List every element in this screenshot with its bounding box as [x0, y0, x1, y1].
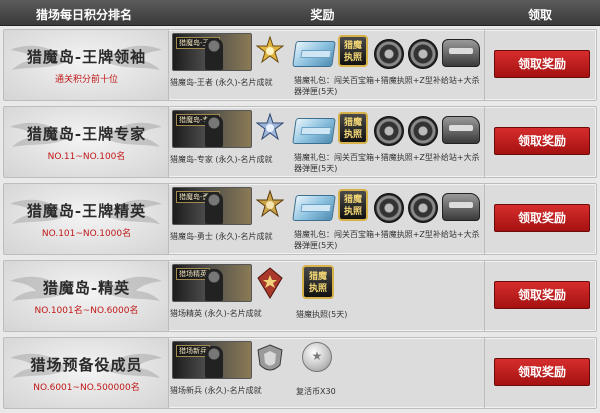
achievement-reward: 猎魔岛-王者 猎魔岛-王者 (永久)-名片成就	[170, 33, 284, 97]
rank-range: NO.1001名~NO.6000名	[34, 306, 139, 316]
star-medal-icon	[256, 35, 284, 64]
hunter-pack-reward: 猎魔 执照 猎魔礼包：闯关百宝箱+猎魔执照+Z型补给站+大杀器弹匣(5天)	[292, 110, 482, 176]
soldier-portrait-icon	[205, 346, 223, 378]
hunter-pack-reward: 猎魔 执照 猎魔礼包：闯关百宝箱+猎魔执照+Z型补给站+大杀器弹匣(5天)	[292, 187, 482, 253]
rank-title: 猎魔岛-王牌精英	[26, 202, 147, 220]
achievement-reward: 猎魔岛-专家 猎魔岛-专家 (永久)-名片成就	[170, 110, 284, 174]
achievement-reward: 猎场新兵 猎场新兵 (永久)-名片成就	[170, 341, 283, 405]
soldier-portrait-icon	[205, 38, 223, 70]
hunter-license-icon: 猎魔 执照	[338, 189, 368, 221]
reward-row-elite: 猎魔岛-精英 NO.1001名~NO.6000名 猎场精英 猎场精英 (永久)-…	[3, 260, 597, 332]
reward-column-header: 奖励	[310, 8, 335, 22]
pack-label: 猎魔礼包：闯关百宝箱+猎魔执照+Z型补给站+大杀器弹匣(5天)	[294, 76, 480, 96]
supply-mine-icon	[374, 39, 404, 69]
achievement-label: 猎场精英 (永久)-名片成就	[170, 309, 262, 318]
reward-row-ace-expert: 猎魔岛-王牌专家 NO.11~NO.100名 猎魔岛-专家 猎魔岛-专家 (永久…	[3, 106, 597, 178]
achievement-banner: 猎魔岛-专家	[172, 110, 252, 148]
star-medal-icon	[256, 189, 284, 218]
rank-cell: 猎魔岛-精英 NO.1001名~NO.6000名	[4, 261, 169, 331]
rank-title: 猎场预备役成员	[30, 356, 143, 374]
claim-cell: 领取奖励	[484, 338, 596, 408]
claim-reward-button[interactable]: 领取奖励	[494, 127, 590, 155]
coin-label: 复活币X30	[296, 387, 336, 396]
ammo-turret-icon	[442, 39, 480, 67]
reward-cell: 猎魔岛-王者 猎魔岛-王者 (永久)-名片成就 猎魔 执照 猎魔礼包：闯关百宝箱…	[170, 30, 484, 100]
claim-column-header: 领取	[527, 8, 552, 22]
achievement-banner: 猎场精英	[172, 264, 252, 302]
rank-range: NO.6001~NO.500000名	[33, 383, 140, 393]
star-medal-icon	[257, 267, 283, 299]
rank-title: 猎魔岛-王牌领袖	[26, 48, 147, 66]
achievement-reward: 猎魔岛-勇士 猎魔岛-勇士 (永久)-名片成就	[170, 187, 284, 251]
reward-row-reserve: 猎场预备役成员 NO.6001~NO.500000名 猎场新兵 猎场新兵 (永久…	[3, 337, 597, 409]
achievement-label: 猎魔岛-专家 (永久)-名片成就	[170, 155, 273, 164]
rank-column-header: 猎场每日积分排名	[35, 8, 132, 22]
hunter-license-icon: 猎魔 执照	[338, 112, 368, 144]
claim-cell: 领取奖励	[484, 30, 596, 100]
shield-medal-icon	[257, 344, 283, 371]
reward-cell: 猎魔岛-勇士 猎魔岛-勇士 (永久)-名片成就 猎魔 执照 猎魔礼包：闯关百宝箱…	[170, 184, 484, 254]
reward-cell: 猎场精英 猎场精英 (永久)-名片成就 猎魔 执照 猎魔执照(5天)	[170, 261, 484, 331]
reward-row-ace-leader: 猎魔岛-王牌领袖 通关积分前十位 猎魔岛-王者 猎魔岛-王者 (永久)-名片成就…	[3, 29, 597, 101]
supply-mine-icon	[408, 193, 438, 223]
ammo-turret-icon	[442, 193, 480, 221]
pack-label: 猎魔礼包：闯关百宝箱+猎魔执照+Z型补给站+大杀器弹匣(5天)	[294, 153, 480, 173]
claim-reward-button[interactable]: 领取奖励	[494, 50, 590, 78]
supply-mine-icon	[374, 193, 404, 223]
rank-cell: 猎魔岛-王牌精英 NO.101~NO.1000名	[4, 184, 169, 254]
achievement-reward: 猎场精英 猎场精英 (永久)-名片成就	[170, 264, 283, 328]
reward-cell: 猎魔岛-专家 猎魔岛-专家 (永久)-名片成就 猎魔 执照 猎魔礼包：闯关百宝箱…	[170, 107, 484, 177]
rank-range: NO.11~NO.100名	[47, 152, 126, 162]
star-medal-icon	[256, 112, 284, 141]
claim-cell: 领取奖励	[484, 261, 596, 331]
reward-row-ace-elite: 猎魔岛-王牌精英 NO.101~NO.1000名 猎魔岛-勇士 猎魔岛-勇士 (…	[3, 183, 597, 255]
claim-reward-button[interactable]: 领取奖励	[494, 358, 590, 386]
achievement-label: 猎魔岛-勇士 (永久)-名片成就	[170, 232, 273, 241]
ammo-turret-icon	[442, 116, 480, 144]
table-header: 猎场每日积分排名 奖励 领取	[0, 0, 600, 26]
rank-range: 通关积分前十位	[54, 75, 118, 85]
claim-cell: 领取奖励	[484, 107, 596, 177]
achievement-label: 猎魔岛-王者 (永久)-名片成就	[170, 78, 273, 87]
soldier-portrait-icon	[205, 115, 223, 147]
rank-title: 猎魔岛-精英	[42, 279, 131, 297]
achievement-banner: 猎魔岛-勇士	[172, 187, 252, 225]
claim-reward-button[interactable]: 领取奖励	[494, 204, 590, 232]
achievement-banner: 猎场新兵	[172, 341, 252, 379]
supply-mine-icon	[408, 39, 438, 69]
supply-mine-icon	[374, 116, 404, 146]
supply-mine-icon	[408, 116, 438, 146]
claim-reward-button[interactable]: 领取奖励	[494, 281, 590, 309]
license-label: 猎魔执照(5天)	[296, 310, 348, 319]
revive-coin-icon	[302, 342, 332, 372]
treasure-chest-icon	[292, 195, 336, 221]
hunter-pack-reward: 猎魔 执照 猎魔礼包：闯关百宝箱+猎魔执照+Z型补给站+大杀器弹匣(5天)	[292, 33, 482, 99]
hunter-license-icon: 猎魔 执照	[302, 265, 334, 299]
rank-title: 猎魔岛-王牌专家	[26, 125, 147, 143]
soldier-portrait-icon	[205, 269, 223, 301]
pack-label: 猎魔礼包：闯关百宝箱+猎魔执照+Z型补给站+大杀器弹匣(5天)	[294, 230, 480, 250]
rank-cell: 猎魔岛-王牌领袖 通关积分前十位	[4, 30, 169, 100]
rank-range: NO.101~NO.1000名	[41, 229, 132, 239]
treasure-chest-icon	[292, 118, 336, 144]
claim-cell: 领取奖励	[484, 184, 596, 254]
rank-cell: 猎场预备役成员 NO.6001~NO.500000名	[4, 338, 169, 408]
hunter-license-icon: 猎魔 执照	[338, 35, 368, 67]
treasure-chest-icon	[292, 41, 336, 67]
achievement-banner: 猎魔岛-王者	[172, 33, 252, 71]
achievement-label: 猎场新兵 (永久)-名片成就	[170, 386, 262, 395]
rank-cell: 猎魔岛-王牌专家 NO.11~NO.100名	[4, 107, 169, 177]
soldier-portrait-icon	[205, 192, 223, 224]
reward-cell: 猎场新兵 猎场新兵 (永久)-名片成就 复活币X30	[170, 338, 484, 408]
